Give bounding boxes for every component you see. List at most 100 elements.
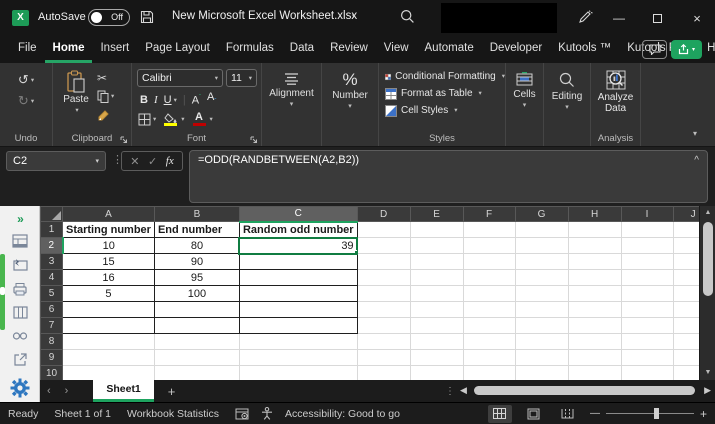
copy-button[interactable] xyxy=(97,89,114,104)
cell-I3[interactable] xyxy=(621,254,673,270)
cell-C5[interactable] xyxy=(239,286,357,302)
cell-D7[interactable] xyxy=(357,318,410,334)
cell-C1[interactable]: Random odd number xyxy=(239,222,357,238)
cell-A8[interactable] xyxy=(63,334,155,350)
clipboard-dialog-launcher[interactable] xyxy=(120,136,128,144)
cell-E8[interactable] xyxy=(410,334,463,350)
add-sheet-button[interactable]: + xyxy=(154,384,190,399)
cell-G8[interactable] xyxy=(515,334,568,350)
cell-B4[interactable]: 95 xyxy=(154,270,239,286)
cell-H7[interactable] xyxy=(568,318,621,334)
cell-E4[interactable] xyxy=(410,270,463,286)
cell-F1[interactable] xyxy=(463,222,515,238)
page-break-view-button[interactable] xyxy=(556,405,580,423)
fill-color-button[interactable] xyxy=(164,113,177,126)
column-header-D[interactable]: D xyxy=(357,207,410,222)
cell-E2[interactable] xyxy=(410,238,463,254)
borders-button[interactable] xyxy=(138,110,156,128)
format-as-table-button[interactable]: Format as Table xyxy=(379,85,505,102)
print-icon[interactable] xyxy=(0,282,40,296)
minimize-button[interactable]: — xyxy=(608,8,630,28)
cell-G1[interactable] xyxy=(515,222,568,238)
cell-I8[interactable] xyxy=(621,334,673,350)
cell-C4[interactable] xyxy=(239,270,357,286)
alignment-group[interactable]: Alignment ▾ xyxy=(262,63,322,146)
zoom-in-button[interactable]: + xyxy=(700,407,707,421)
column-header-A[interactable]: A xyxy=(63,207,155,222)
cell-H1[interactable] xyxy=(568,222,621,238)
cell-F2[interactable] xyxy=(463,238,515,254)
ribbon-collapse-chevron-icon[interactable]: ▾ xyxy=(693,129,697,138)
formula-input[interactable]: =ODD(RANDBETWEEN(A2,B2)) ^ xyxy=(189,150,708,203)
font-color-button[interactable]: A xyxy=(193,112,206,126)
accessibility-icon[interactable] xyxy=(261,407,273,420)
bold-button[interactable]: B xyxy=(140,94,148,106)
kutools-pane-icon[interactable] xyxy=(0,258,40,271)
cell-E1[interactable] xyxy=(410,222,463,238)
cell-C2[interactable]: 39 xyxy=(239,238,357,254)
kutools-settings-gear-icon[interactable] xyxy=(0,378,40,398)
cell-C10[interactable] xyxy=(239,366,357,381)
tab-data[interactable]: Data xyxy=(282,38,322,63)
font-size-select[interactable]: 11 xyxy=(226,69,257,87)
cell-H10[interactable] xyxy=(568,366,621,381)
column-header-E[interactable]: E xyxy=(410,207,463,222)
cell-G9[interactable] xyxy=(515,350,568,366)
cell-B2[interactable]: 80 xyxy=(154,238,239,254)
share-button[interactable]: ▾ xyxy=(671,40,702,59)
row-header-8[interactable]: 8 xyxy=(41,334,63,350)
horizontal-scrollbar[interactable]: ◀ ▶ xyxy=(460,384,711,398)
tab-review[interactable]: Review xyxy=(322,38,376,63)
cell-A2[interactable]: 10 xyxy=(63,238,155,254)
cell-B9[interactable] xyxy=(154,350,239,366)
column-header-C[interactable]: C xyxy=(239,207,357,222)
column-header-G[interactable]: G xyxy=(515,207,568,222)
row-header-7[interactable]: 7 xyxy=(41,318,63,334)
zoom-slider[interactable] xyxy=(606,413,694,414)
cell-C6[interactable] xyxy=(239,302,357,318)
cell-E3[interactable] xyxy=(410,254,463,270)
cell-B1[interactable]: End number xyxy=(154,222,239,238)
underline-button[interactable]: U xyxy=(164,94,177,106)
cell-A4[interactable]: 16 xyxy=(63,270,155,286)
close-button[interactable]: × xyxy=(686,8,708,28)
prev-sheet-button[interactable]: ‹ xyxy=(40,385,58,397)
cell-G4[interactable] xyxy=(515,270,568,286)
format-painter-button[interactable] xyxy=(97,108,110,123)
pane-scroll-indicator[interactable] xyxy=(0,254,5,330)
cell-G3[interactable] xyxy=(515,254,568,270)
cell-H4[interactable] xyxy=(568,270,621,286)
cell-F6[interactable] xyxy=(463,302,515,318)
cell-styles-button[interactable]: Cell Styles xyxy=(379,102,505,119)
cell-H6[interactable] xyxy=(568,302,621,318)
tab-developer[interactable]: Developer xyxy=(482,38,550,63)
redo-button[interactable]: ↻ xyxy=(18,92,34,110)
cell-A1[interactable]: Starting number xyxy=(63,222,155,238)
column-header-I[interactable]: I xyxy=(621,207,673,222)
tab-automate[interactable]: Automate xyxy=(417,38,482,63)
cell-C7[interactable] xyxy=(239,318,357,334)
open-external-icon[interactable] xyxy=(0,353,40,367)
undo-button[interactable]: ↺ xyxy=(18,71,34,89)
fill-handle[interactable] xyxy=(354,250,358,254)
cell-B5[interactable]: 100 xyxy=(154,286,239,302)
conditional-formatting-button[interactable]: Conditional Formatting xyxy=(379,68,505,85)
row-header-10[interactable]: 10 xyxy=(41,366,63,381)
cell-I5[interactable] xyxy=(621,286,673,302)
cell-G5[interactable] xyxy=(515,286,568,302)
comments-button[interactable] xyxy=(642,40,667,59)
cell-H9[interactable] xyxy=(568,350,621,366)
row-header-3[interactable]: 3 xyxy=(41,254,63,270)
cancel-entry-button[interactable]: ✕ xyxy=(130,155,139,168)
zoom-slider-handle[interactable] xyxy=(654,408,659,419)
select-all-corner[interactable] xyxy=(41,207,63,222)
formula-bar-collapse-icon[interactable]: ^ xyxy=(694,155,699,166)
cells-group[interactable]: Cells ▾ xyxy=(506,63,544,146)
cell-I6[interactable] xyxy=(621,302,673,318)
cell-D5[interactable] xyxy=(357,286,410,302)
cell-H5[interactable] xyxy=(568,286,621,302)
editing-group[interactable]: Editing ▾ xyxy=(544,63,591,146)
scroll-right-icon[interactable]: ▶ xyxy=(704,385,711,396)
font-name-select[interactable]: Calibri xyxy=(137,69,223,87)
row-header-6[interactable]: 6 xyxy=(41,302,63,318)
